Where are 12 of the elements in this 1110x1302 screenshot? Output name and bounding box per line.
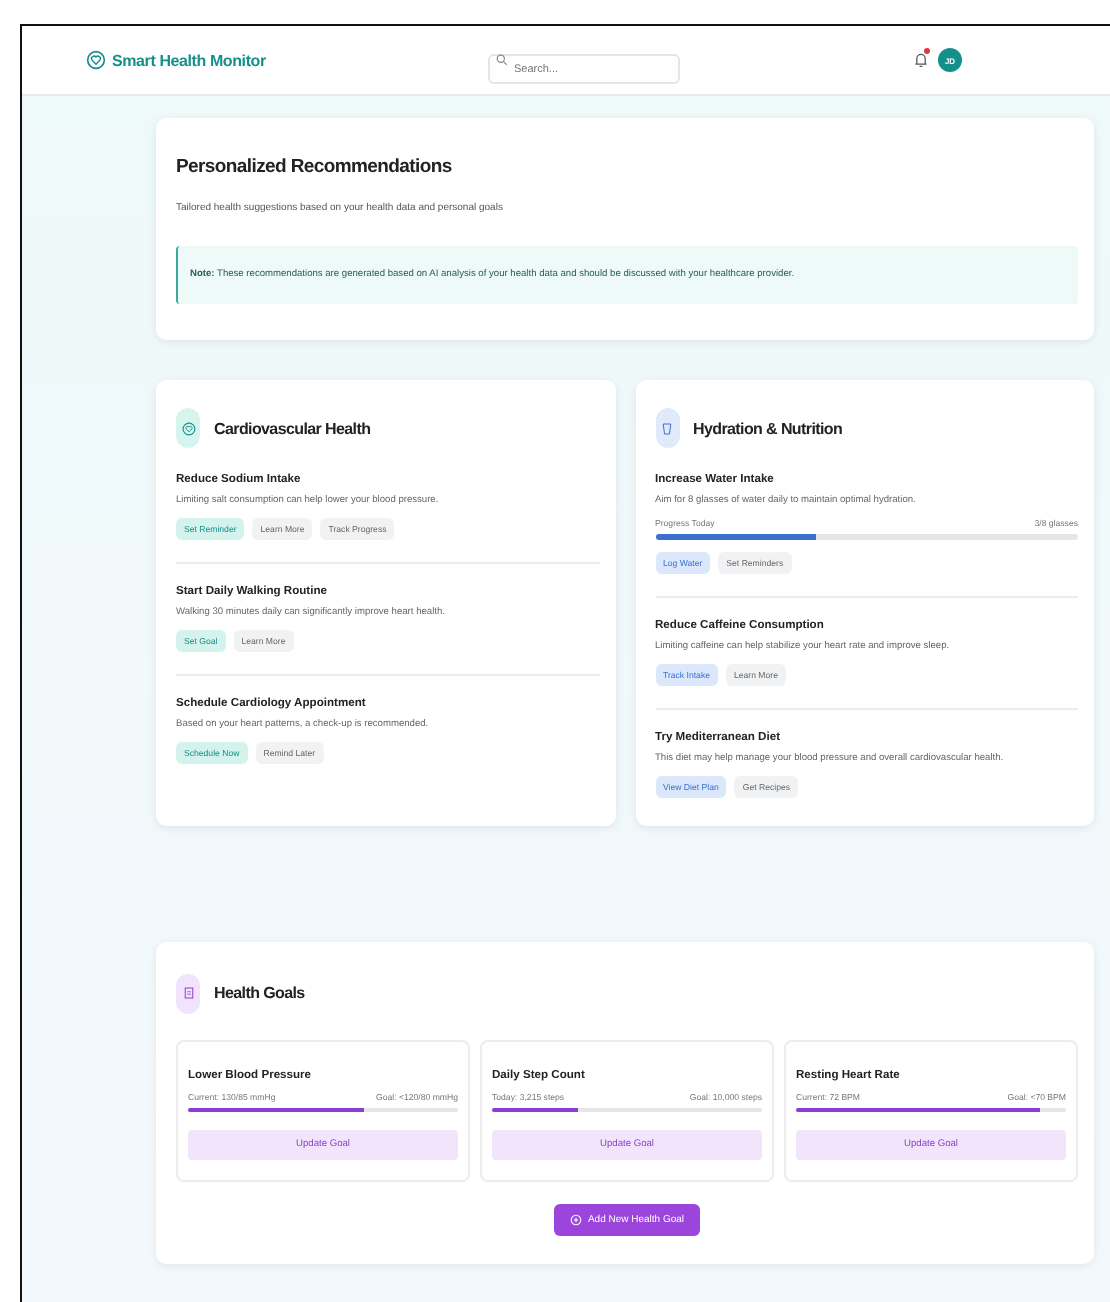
glass-icon: [662, 421, 672, 435]
bell-icon[interactable]: [914, 50, 928, 70]
section-title: Personalized Recommendations: [176, 156, 454, 178]
search-icon: [496, 54, 508, 66]
clipboard-icon: [183, 986, 193, 1000]
plus-circle-icon: [569, 1214, 582, 1226]
heart-shield-icon: [86, 50, 106, 70]
section-title: Health Goals: [214, 984, 305, 1002]
heart-icon: [181, 421, 195, 435]
app-name: Smart Health Monitor: [112, 51, 266, 69]
category-title: Hydration & Nutrition: [693, 419, 843, 437]
category-title: Cardiovascular Health: [214, 419, 371, 437]
